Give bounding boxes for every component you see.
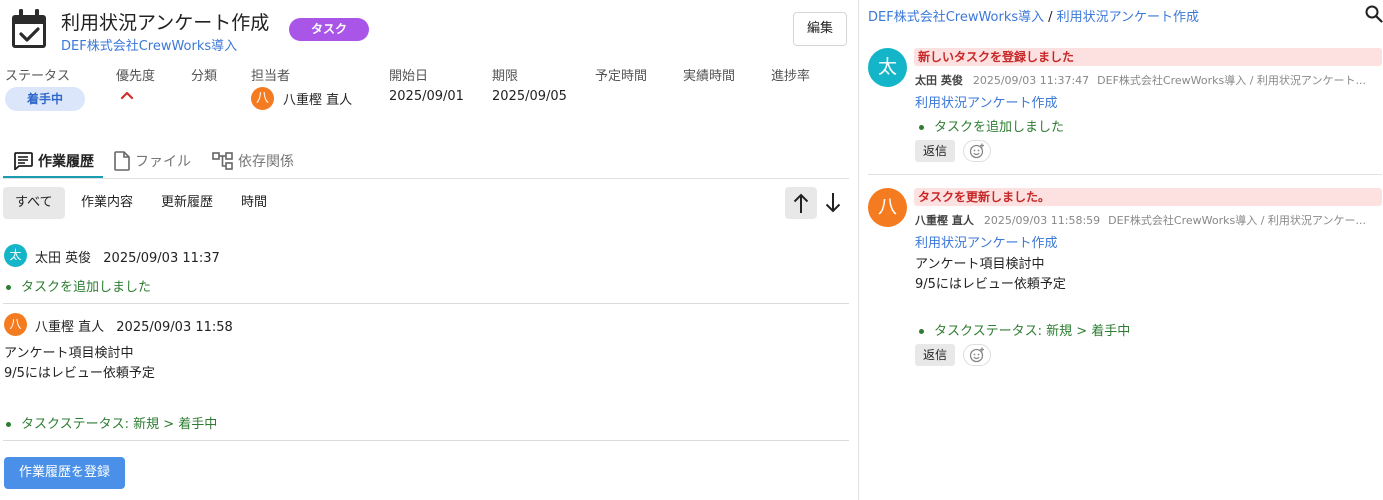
notification-change: タスクを追加しました: [915, 116, 1064, 135]
register-work-history-button[interactable]: 作業履歴を登録: [4, 457, 125, 489]
notification-meta: 太田 英俊 2025/09/03 11:37:47 DEF株式会社CrewWorks…: [915, 72, 1377, 88]
history-time: 2025/09/03 11:58: [116, 320, 233, 335]
due-date-value: 2025/09/05: [492, 89, 567, 104]
history-divider: [3, 303, 849, 304]
history-change-text: タスクステータス: 新規 > 着手中: [21, 417, 218, 432]
calendar-check-icon: [12, 9, 46, 48]
history-divider: [3, 440, 849, 441]
history-change: タスクを追加しました: [6, 276, 151, 295]
notification-time: 2025/09/03 11:58:59: [983, 214, 1101, 227]
status-badge[interactable]: 着手中: [5, 87, 85, 111]
filter-all[interactable]: すべて: [3, 187, 65, 219]
due-date-label: 期限: [492, 69, 519, 84]
notification-author: 八重樫 直人: [915, 214, 974, 227]
file-icon: [114, 151, 130, 171]
filter-work-content[interactable]: 作業内容: [69, 187, 145, 219]
filter-time[interactable]: 時間: [229, 187, 279, 219]
category-label: 分類: [191, 69, 218, 84]
tab-label: ファイル: [135, 154, 191, 170]
notification-author: 太田 英俊: [915, 74, 963, 87]
arrow-up-icon: [793, 193, 809, 213]
sort-ascending-button[interactable]: [785, 187, 817, 219]
tab-files[interactable]: ファイル: [114, 146, 191, 176]
project-link[interactable]: DEF株式会社CrewWorks導入: [61, 35, 237, 54]
notification-body: アンケート項目検討中 9/5にはレビュー依頼予定: [915, 257, 1066, 292]
tab-divider: [3, 178, 849, 179]
task-detail-pane: 利用状況アンケート作成 DEF株式会社CrewWorks導入 タスク 編集 ステ…: [0, 0, 858, 500]
add-reaction-button[interactable]: [963, 344, 991, 366]
breadcrumb-task[interactable]: 利用状況アンケート作成: [1057, 10, 1199, 25]
history-author: 太田 英俊: [35, 251, 92, 266]
notification-change: タスクステータス: 新規 > 着手中: [915, 320, 1130, 339]
history-meta: 八重樫 直人 2025/09/03 11:58: [35, 316, 233, 335]
assignee-label: 担当者: [251, 69, 291, 84]
history-time: 2025/09/03 11:37: [103, 251, 220, 266]
status-label: ステータス: [5, 69, 71, 84]
comment-icon: [14, 152, 33, 170]
priority-label: 優先度: [116, 69, 156, 84]
arrow-down-icon: [825, 193, 841, 213]
edit-button[interactable]: 編集: [793, 12, 847, 46]
progress-label: 進捗率: [771, 69, 811, 84]
reply-button[interactable]: 返信: [915, 140, 955, 162]
sort-descending-button[interactable]: [817, 187, 849, 219]
tab-work-history[interactable]: 作業履歴: [13, 146, 94, 176]
emoji-icon: [969, 347, 984, 363]
tab-dependencies[interactable]: 依存関係: [212, 146, 294, 176]
add-reaction-button[interactable]: [963, 140, 991, 162]
notification-task-link[interactable]: 利用状況アンケート作成: [915, 232, 1057, 251]
notification-title: 新しいタスクを登録しました: [914, 48, 1382, 66]
notification-task-link[interactable]: 利用状況アンケート作成: [915, 92, 1057, 111]
breadcrumb: DEF株式会社CrewWorks導入 / 利用状況アンケート作成: [868, 6, 1199, 25]
breadcrumb-separator: /: [1048, 10, 1053, 25]
history-meta: 太田 英俊 2025/09/03 11:37: [35, 247, 220, 266]
history-author: 八重樫 直人: [35, 320, 105, 335]
start-date-label: 開始日: [389, 69, 429, 84]
breadcrumb-project[interactable]: DEF株式会社CrewWorks導入: [868, 10, 1044, 25]
page-title: 利用状況アンケート作成: [61, 12, 270, 34]
filter-update-history[interactable]: 更新履歴: [149, 187, 225, 219]
planned-time-label: 予定時間: [595, 69, 648, 84]
avatar: 太: [868, 48, 907, 87]
dependency-icon: [212, 152, 233, 170]
history-change-text: タスクを追加しました: [21, 280, 152, 295]
notification-divider: [868, 174, 1382, 175]
task-type-badge: タスク: [289, 18, 369, 41]
notification-change-text: タスクステータス: 新規 > 着手中: [934, 324, 1131, 339]
notification-panel: DEF株式会社CrewWorks導入 / 利用状況アンケート作成 太 新しいタスクを…: [858, 0, 1383, 500]
avatar: 八: [4, 313, 27, 336]
tab-label: 作業履歴: [38, 154, 94, 170]
notification-path: DEF株式会社CrewWorks導入 / 利用状況アンケー...: [1108, 214, 1366, 227]
history-body: アンケート項目検討中 9/5にはレビュー依頼予定: [4, 346, 155, 381]
actual-time-label: 実績時間: [683, 69, 736, 84]
notification-path: DEF株式会社CrewWorks導入 / 利用状況アンケート...: [1097, 74, 1366, 87]
avatar: 八: [868, 188, 907, 227]
emoji-icon: [969, 143, 984, 159]
search-icon[interactable]: [1365, 5, 1383, 23]
notification-time: 2025/09/03 11:37:47: [972, 74, 1090, 87]
assignee-avatar: 八: [251, 87, 274, 110]
start-date-value: 2025/09/01: [389, 89, 464, 104]
tab-label: 依存関係: [238, 154, 294, 170]
history-change: タスクステータス: 新規 > 着手中: [6, 413, 217, 432]
chevron-up-icon[interactable]: [120, 89, 134, 101]
reply-button[interactable]: 返信: [915, 344, 955, 366]
notification-change-text: タスクを追加しました: [934, 120, 1065, 135]
avatar: 太: [4, 244, 27, 267]
notification-title: タスクを更新しました。: [914, 188, 1382, 206]
assignee-name: 八重樫 直人: [283, 93, 353, 108]
notification-meta: 八重樫 直人 2025/09/03 11:58:59 DEF株式会社CrewWork…: [915, 212, 1377, 228]
